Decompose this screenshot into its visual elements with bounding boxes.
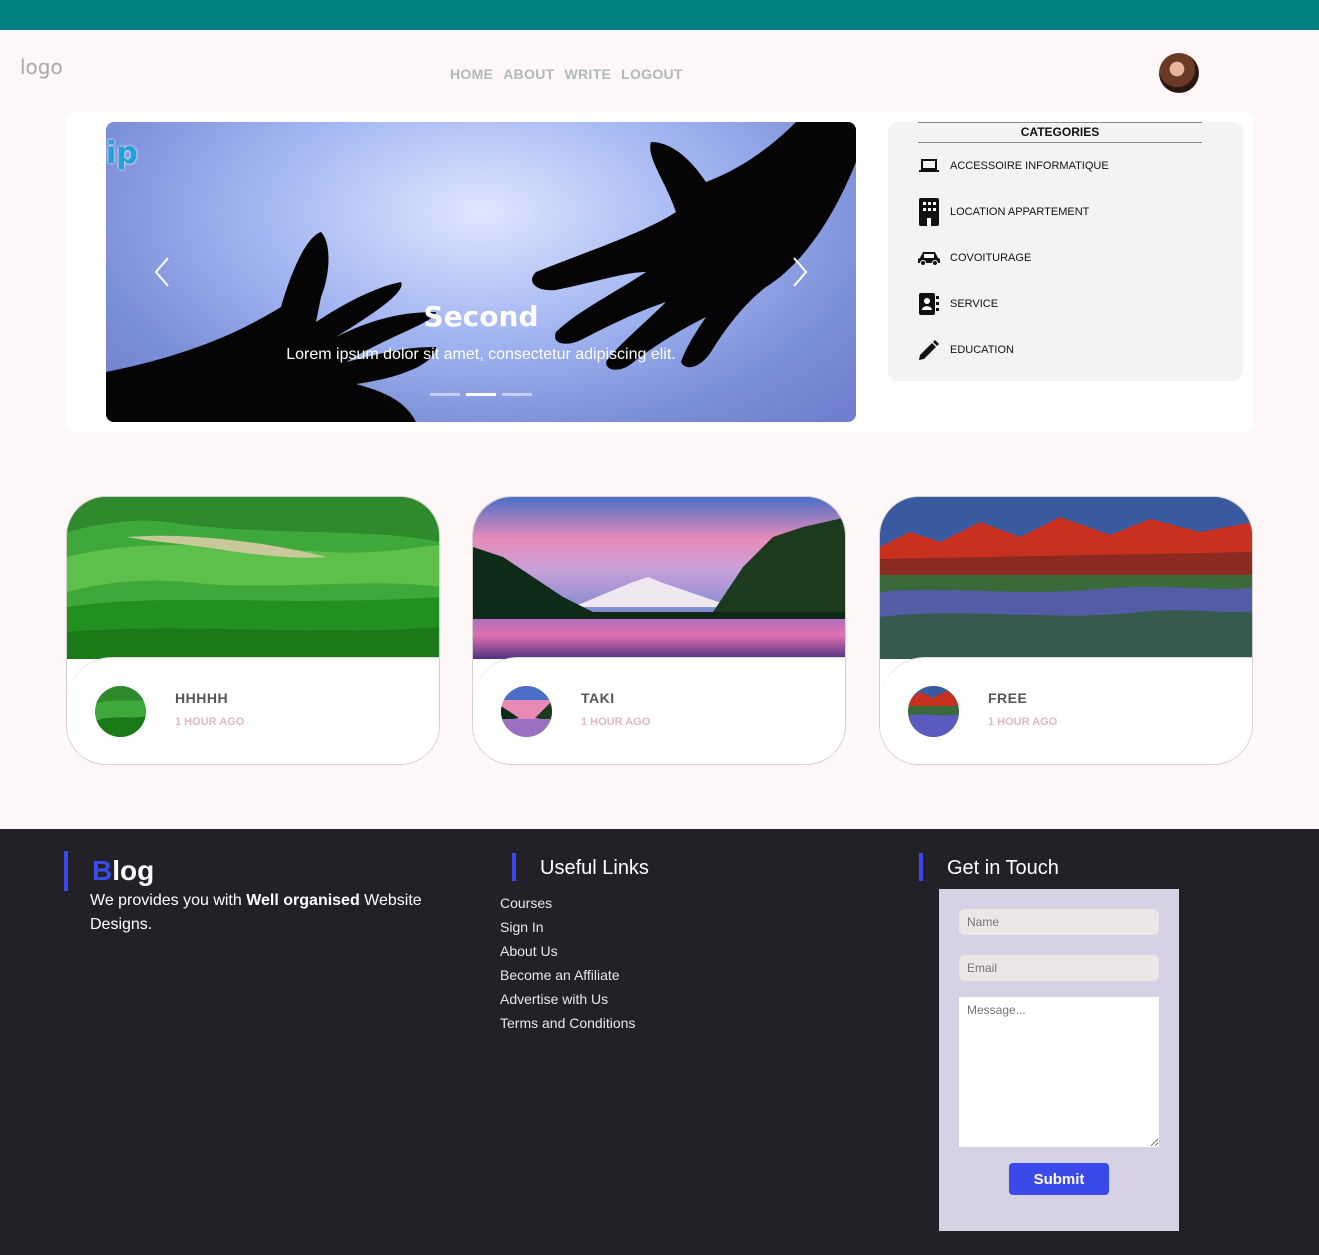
category-label: EDUCATION <box>950 344 1014 356</box>
main-nav: HOME ABOUT WRITE LOGOUT <box>450 66 683 82</box>
email-field[interactable] <box>959 955 1159 981</box>
nav-home[interactable]: HOME <box>450 66 493 82</box>
category-label: ACCESSOIRE INFORMATIQUE <box>950 160 1109 172</box>
link-sign-in[interactable]: Sign In <box>500 915 635 939</box>
post-thumbnail <box>908 686 959 737</box>
footer: Blog We provides you with Well organised… <box>0 829 1319 1255</box>
category-label: SERVICE <box>950 298 999 310</box>
nav-logout[interactable]: LOGOUT <box>621 66 683 82</box>
blog-title-initial: B <box>92 855 113 886</box>
carousel-next-button[interactable] <box>784 252 814 292</box>
post-image <box>880 497 1252 659</box>
top-bar <box>0 0 1319 30</box>
category-education[interactable]: EDUCATION <box>918 336 1014 364</box>
carousel-indicator-3[interactable] <box>502 393 532 396</box>
link-terms[interactable]: Terms and Conditions <box>500 1011 635 1035</box>
post-thumbnail <box>501 686 552 737</box>
carousel-indicators <box>430 393 532 396</box>
post-thumbnail <box>95 686 146 737</box>
car-icon <box>918 244 940 272</box>
categories-panel: CATEGORIES ACCESSOIRE INFORMATIQUE LOCAT… <box>888 122 1243 381</box>
carousel-indicator-1[interactable] <box>430 393 460 396</box>
category-label: LOCATION APPARTEMENT <box>950 206 1090 218</box>
post-card-footer: FREE 1 HOUR AGO <box>880 657 1252 764</box>
post-card[interactable]: FREE 1 HOUR AGO <box>879 496 1253 765</box>
category-covoiturage[interactable]: COVOITURAGE <box>918 244 1031 272</box>
blog-text-bold: Well organised <box>246 892 360 909</box>
nav-write[interactable]: WRITE <box>564 66 611 82</box>
contact-form: Submit <box>939 889 1179 1231</box>
carousel-slide-image <box>106 122 856 422</box>
useful-links-list: Courses Sign In About Us Become an Affil… <box>500 891 635 1035</box>
carousel-indicator-2[interactable] <box>466 393 496 396</box>
post-card[interactable]: TAKI 1 HOUR AGO <box>472 496 846 765</box>
laptop-icon <box>918 152 940 180</box>
post-image <box>67 497 439 659</box>
contact-book-icon <box>918 290 940 318</box>
carousel-caption-text: Lorem ipsum dolor sit amet, consectetur … <box>286 346 676 363</box>
logo[interactable]: logo <box>20 55 63 79</box>
post-title: FREE <box>988 690 1028 706</box>
building-icon <box>918 198 940 226</box>
post-card-footer: TAKI 1 HOUR AGO <box>473 657 845 764</box>
useful-links-title: Useful Links <box>540 857 649 879</box>
carousel-brand-mark: ip <box>106 136 138 171</box>
post-time: 1 HOUR AGO <box>175 716 245 728</box>
link-courses[interactable]: Courses <box>500 891 635 915</box>
link-become-affiliate[interactable]: Become an Affiliate <box>500 963 635 987</box>
link-advertise[interactable]: Advertise with Us <box>500 987 635 1011</box>
category-accessoire-informatique[interactable]: ACCESSOIRE INFORMATIQUE <box>918 152 1109 180</box>
name-field[interactable] <box>959 909 1159 935</box>
post-time: 1 HOUR AGO <box>988 716 1058 728</box>
chevron-left-icon <box>154 257 169 287</box>
footer-accent-bar <box>512 853 516 881</box>
link-about-us[interactable]: About Us <box>500 939 635 963</box>
pencil-icon <box>918 336 940 364</box>
carousel: ip Second Lorem ipsum dolor sit amet, co… <box>106 122 856 422</box>
post-title: TAKI <box>581 690 615 706</box>
post-image <box>473 497 845 659</box>
chevron-right-icon <box>793 257 808 287</box>
footer-accent-bar <box>919 853 923 881</box>
categories-title: CATEGORIES <box>918 122 1202 143</box>
submit-button[interactable]: Submit <box>1009 1163 1109 1195</box>
nav-about[interactable]: ABOUT <box>503 66 554 82</box>
footer-blog-text: We provides you with Well organised Webs… <box>90 889 450 937</box>
user-avatar[interactable] <box>1159 53 1199 93</box>
post-time: 1 HOUR AGO <box>581 716 651 728</box>
blog-text-part: We provides you with <box>90 892 247 909</box>
category-location-appartement[interactable]: LOCATION APPARTEMENT <box>918 198 1089 226</box>
post-title: HHHHH <box>175 690 229 706</box>
footer-accent-bar <box>64 851 68 891</box>
post-card[interactable]: HHHHH 1 HOUR AGO <box>66 496 440 765</box>
carousel-caption-title: Second <box>423 300 539 333</box>
footer-blog-title: Blog <box>92 855 154 887</box>
message-field[interactable] <box>959 997 1159 1147</box>
blog-title-rest: log <box>112 855 155 886</box>
get-in-touch-title: Get in Touch <box>947 857 1059 879</box>
carousel-prev-button[interactable] <box>148 252 178 292</box>
category-service[interactable]: SERVICE <box>918 290 998 318</box>
post-card-footer: HHHHH 1 HOUR AGO <box>67 657 439 764</box>
category-label: COVOITURAGE <box>950 252 1032 264</box>
